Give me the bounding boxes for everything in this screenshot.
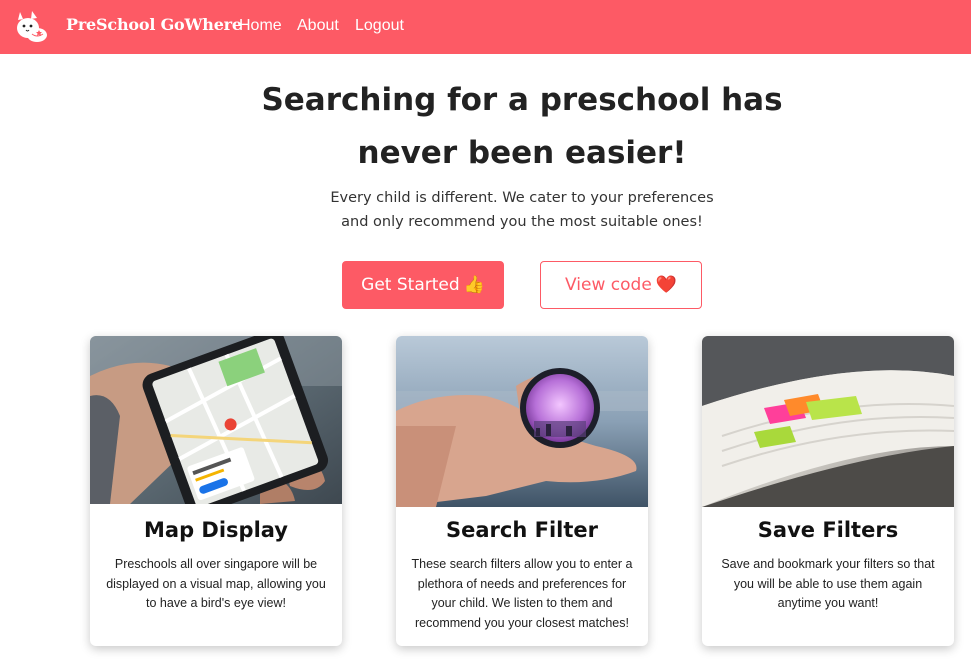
hero-title-line2: never been easier! — [357, 135, 687, 171]
thumbs-up-icon: 👍 — [463, 275, 485, 295]
card-title: Search Filter — [446, 518, 598, 542]
card-text: Preschools all over singapore will be di… — [106, 557, 326, 610]
hero-subtitle-line2: and only recommend you the most suitable… — [341, 214, 703, 230]
sticky-bookmarks-image — [702, 336, 954, 507]
view-code-button[interactable]: View code ❤️ — [540, 261, 702, 309]
hero-subtitle-line1: Every child is different. We cater to yo… — [330, 190, 714, 206]
get-started-button[interactable]: Get Started 👍 — [342, 261, 504, 309]
brand-name[interactable]: PreSchool GoWhere — [66, 15, 242, 34]
lens-in-hand-image — [396, 336, 648, 507]
feature-card-map-display: Map Display Preschools all over singapor… — [90, 336, 342, 646]
nav-logout-link[interactable]: Logout — [355, 17, 404, 35]
navbar: PreSchool GoWhere Home About Logout — [0, 0, 971, 54]
heart-icon: ❤️ — [655, 275, 677, 295]
phone-map-image — [90, 336, 342, 504]
get-started-label: Get Started — [361, 275, 460, 295]
cat-logo-icon[interactable] — [12, 8, 50, 46]
view-code-label: View code — [565, 275, 652, 295]
feature-card-search-filter: Search Filter These search filters allow… — [396, 336, 648, 646]
card-title: Map Display — [144, 518, 288, 542]
nav-about-link[interactable]: About — [297, 17, 339, 35]
card-text: Save and bookmark your filters so that y… — [721, 557, 935, 610]
hero-title-line1: Searching for a preschool has — [261, 82, 783, 118]
feature-card-save-filters: Save Filters Save and bookmark your filt… — [702, 336, 954, 646]
nav-home-link[interactable]: Home — [239, 17, 282, 35]
card-title: Save Filters — [757, 518, 899, 542]
card-text: These search filters allow you to enter … — [411, 557, 633, 630]
